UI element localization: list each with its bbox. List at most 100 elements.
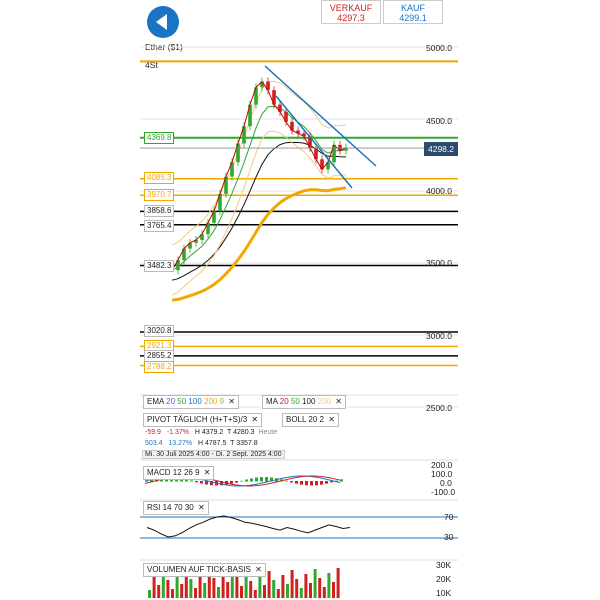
volume-bar bbox=[171, 589, 174, 598]
volume-bar bbox=[267, 571, 271, 598]
volume-bar bbox=[263, 585, 266, 598]
volume-tick: 30K bbox=[436, 560, 452, 570]
volume-bar bbox=[198, 574, 202, 598]
volume-bar bbox=[253, 590, 257, 598]
ema-200-line bbox=[171, 186, 347, 302]
macd-histogram-bar bbox=[195, 481, 198, 483]
macd-histogram-bar bbox=[255, 477, 258, 482]
rsi-tick: 30 bbox=[444, 532, 454, 542]
macd-histogram-bar bbox=[250, 478, 253, 482]
level-label: 4085.3 bbox=[144, 172, 175, 184]
volume-tick: 20K bbox=[436, 574, 452, 584]
ema-control[interactable]: EMA 20 50 100 200 9 ✕ bbox=[143, 395, 239, 409]
volume-bar bbox=[240, 586, 243, 598]
macd-histogram-bar bbox=[265, 477, 268, 482]
y-tick: 4000.0 bbox=[426, 186, 452, 196]
volume-bar bbox=[276, 589, 280, 598]
volume-bar bbox=[194, 588, 197, 598]
pivot-control[interactable]: PIVOT TÄGLICH (H+T+S)/3 ✕ bbox=[143, 413, 263, 427]
level-label: 2788.2 bbox=[144, 361, 175, 373]
macd-histogram-bar bbox=[310, 481, 313, 486]
volume-bar bbox=[157, 585, 161, 598]
macd-histogram-bar bbox=[190, 480, 193, 482]
macd-histogram-bar bbox=[285, 480, 288, 482]
macd-histogram-bar bbox=[315, 481, 318, 486]
close-icon[interactable]: ✕ bbox=[335, 397, 342, 406]
volume-tick: 10K bbox=[436, 588, 452, 598]
volume-bar bbox=[281, 575, 285, 598]
volume-bar bbox=[290, 570, 294, 598]
volume-bar bbox=[295, 579, 299, 598]
level-label: 4369.8 bbox=[144, 132, 175, 144]
macd-histogram-bar bbox=[260, 477, 263, 482]
close-icon[interactable]: ✕ bbox=[251, 415, 258, 424]
volume-bar bbox=[327, 573, 331, 598]
macd-histogram-bar bbox=[325, 481, 328, 484]
close-icon[interactable]: ✕ bbox=[328, 415, 335, 424]
macd-histogram-bar bbox=[305, 481, 308, 486]
close-icon[interactable]: ✕ bbox=[255, 565, 262, 574]
ema-50-line bbox=[171, 105, 347, 271]
volume-bar bbox=[148, 590, 151, 598]
close-icon[interactable]: ✕ bbox=[204, 468, 211, 477]
macd-histogram-bar bbox=[200, 481, 203, 484]
price-line bbox=[171, 80, 347, 271]
volume-bar bbox=[336, 568, 340, 598]
current-price-tag: 4298.2 bbox=[424, 142, 458, 156]
rsi-control[interactable]: RSI 14 70 30 ✕ bbox=[143, 501, 209, 515]
macd-histogram-bar bbox=[205, 481, 208, 485]
volume-bar bbox=[189, 579, 193, 598]
volume-bar bbox=[286, 584, 289, 598]
volume-bar bbox=[304, 574, 308, 598]
ma-control[interactable]: MA 20 50 100 200 ✕ bbox=[262, 395, 346, 409]
volume-bar bbox=[180, 584, 184, 598]
volume-bar bbox=[203, 583, 207, 598]
close-icon[interactable]: ✕ bbox=[228, 397, 235, 406]
macd-histogram-bar bbox=[245, 479, 248, 482]
macd-histogram-bar bbox=[235, 481, 238, 483]
info-row-1: -59.9 -1.37% H 4379.2 T 4280.3 Heute bbox=[145, 429, 278, 436]
macd-histogram-bar bbox=[230, 481, 233, 484]
volume-bar bbox=[226, 582, 230, 598]
boll-control[interactable]: BOLL 20 2 ✕ bbox=[282, 413, 339, 427]
y-tick: 5000.0 bbox=[426, 43, 452, 53]
macd-control[interactable]: MACD 12 26 9 ✕ bbox=[143, 466, 215, 480]
info-row-2: 503.4 13.27% H 4787.5 T 3357.8 bbox=[145, 440, 258, 447]
volume-bar bbox=[299, 588, 303, 598]
volume-bar bbox=[249, 581, 253, 598]
bollinger-lower-line bbox=[171, 130, 347, 296]
macd-histogram-bar bbox=[340, 479, 343, 482]
ema-label: EMA bbox=[147, 397, 164, 406]
level-label: 3858.6 bbox=[144, 205, 175, 217]
ma-label: MA bbox=[266, 397, 278, 406]
macd-histogram-bar bbox=[240, 480, 243, 482]
level-label: 3020.8 bbox=[144, 325, 175, 337]
volume-bar bbox=[309, 583, 312, 598]
volume-bar bbox=[332, 582, 335, 598]
y-tick: 3000.0 bbox=[426, 331, 452, 341]
close-icon[interactable]: ✕ bbox=[198, 503, 205, 512]
volume-bar bbox=[258, 576, 262, 598]
volume-bar bbox=[175, 575, 179, 598]
volume-bar bbox=[235, 577, 239, 598]
volume-bar bbox=[322, 587, 326, 598]
level-label: 3482.3 bbox=[144, 260, 175, 272]
volume-bar bbox=[272, 580, 276, 598]
rsi-line bbox=[146, 515, 351, 538]
price-chart[interactable] bbox=[0, 0, 600, 600]
date-range: Mi. 30 Juli 2025 4:00 - Di. 2 Sept. 2025… bbox=[142, 450, 285, 459]
y-tick: 3500.0 bbox=[426, 258, 452, 268]
volume-bar bbox=[152, 576, 156, 598]
bollinger-upper-line bbox=[171, 80, 347, 246]
y-tick: 2500.0 bbox=[426, 403, 452, 413]
y-tick: 4500.0 bbox=[426, 116, 452, 126]
volume-bar bbox=[313, 569, 317, 598]
volume-control[interactable]: VOLUMEN AUF TICK-BASIS ✕ bbox=[143, 563, 266, 577]
macd-histogram-bar bbox=[320, 481, 323, 485]
rsi-tick: 70 bbox=[444, 512, 454, 522]
level-label: 3970.7 bbox=[144, 189, 175, 201]
level-label: 3765.4 bbox=[144, 220, 175, 232]
volume-bar bbox=[166, 580, 170, 598]
macd-histogram-bar bbox=[300, 481, 303, 485]
macd-tick: -100.0 bbox=[431, 487, 456, 497]
